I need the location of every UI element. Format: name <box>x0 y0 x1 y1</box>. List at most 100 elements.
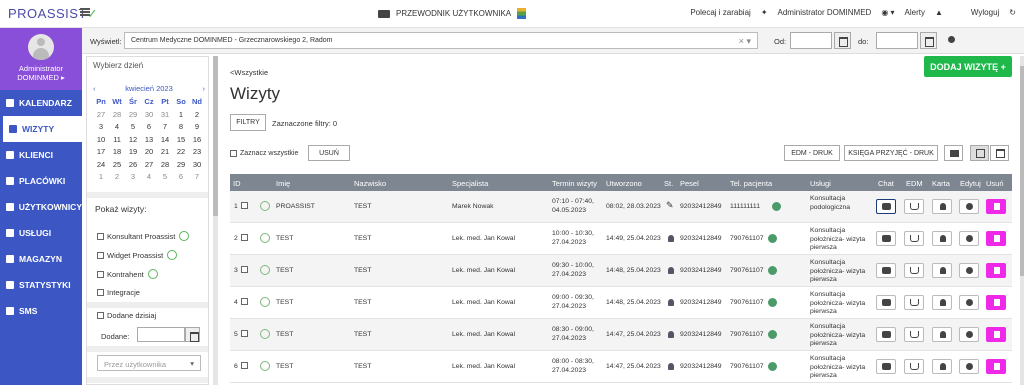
edm-button[interactable] <box>904 359 924 374</box>
recommend-link[interactable]: Polecaj i zarabiaj <box>690 8 750 17</box>
calendar-day[interactable]: 6 <box>173 172 189 181</box>
calendar-day[interactable]: 18 <box>109 147 125 156</box>
calendar-day[interactable]: 2 <box>109 172 125 181</box>
edit-button[interactable] <box>959 231 979 246</box>
delete-button[interactable] <box>986 263 1006 278</box>
column-header[interactable]: Specjalista <box>452 179 488 188</box>
delete-button[interactable] <box>986 199 1006 214</box>
calendar-day[interactable]: 17 <box>93 147 109 156</box>
calendar-day[interactable]: 11 <box>109 135 125 144</box>
chat-button[interactable] <box>876 327 896 342</box>
calendar-day[interactable]: 4 <box>109 122 125 131</box>
calendar-day[interactable]: 26 <box>125 160 141 169</box>
edit-button[interactable] <box>959 359 979 374</box>
from-calendar-icon[interactable] <box>834 32 851 49</box>
row-checkbox[interactable] <box>241 298 248 305</box>
card-button[interactable] <box>932 263 952 278</box>
to-calendar-icon[interactable] <box>920 32 937 49</box>
sidebar-item-usługi[interactable]: USŁUGI <box>0 220 82 246</box>
column-header[interactable]: Utworzono <box>606 179 642 188</box>
patient-phone[interactable]: 790761107 <box>730 363 764 372</box>
phone-icon[interactable] <box>768 330 777 339</box>
edit-button[interactable] <box>959 295 979 310</box>
option-widget[interactable]: Widget Proassist <box>97 250 178 260</box>
add-visit-button[interactable]: DODAJ WIZYTĘ + <box>924 56 1012 77</box>
patient-phone[interactable]: 790761107 <box>730 235 764 244</box>
calendar-day[interactable]: 13 <box>141 135 157 144</box>
clinic-select[interactable]: Centrum Medyczne DOMINMED - Grzecznarows… <box>124 32 758 49</box>
column-header[interactable]: Pesel <box>680 179 699 188</box>
row-checkbox[interactable] <box>241 266 248 273</box>
calendar-day[interactable]: 19 <box>125 147 141 156</box>
sidebar-item-klienci[interactable]: KLIENCI <box>0 142 82 168</box>
calendar-day[interactable]: 8 <box>173 122 189 131</box>
from-date-input[interactable] <box>790 32 832 49</box>
edm-button[interactable] <box>904 263 924 278</box>
delete-button[interactable] <box>986 295 1006 310</box>
calendar-day[interactable]: 5 <box>157 172 173 181</box>
logout-link[interactable]: Wyloguj <box>971 8 999 17</box>
calendar-day[interactable]: 15 <box>173 135 189 144</box>
calendar-day[interactable]: 6 <box>141 122 157 131</box>
sidebar-item-użytkownicy[interactable]: UŻYTKOWNICY <box>0 194 82 220</box>
calendar-day[interactable]: 16 <box>189 135 205 144</box>
chat-button[interactable] <box>876 295 896 310</box>
list-view-icon[interactable] <box>970 145 989 161</box>
edm-button[interactable] <box>904 295 924 310</box>
table-row[interactable]: 3 TEST TEST Lek. med. Jan Kowal 09:30 - 10:0… <box>230 255 1012 287</box>
column-header[interactable]: Usuń <box>986 179 1004 188</box>
option-integrations[interactable]: Integracje <box>97 288 140 297</box>
row-checkbox[interactable] <box>241 234 248 241</box>
calendar-day[interactable]: 22 <box>173 147 189 156</box>
sidebar-item-wizyty[interactable]: WIZYTY <box>0 116 82 142</box>
patient-phone[interactable]: 790761107 <box>730 267 764 276</box>
user-guide-link[interactable]: PRZEWODNIK UŻYTKOWNIKA <box>378 8 527 19</box>
table-row[interactable]: 4 TEST TEST Lek. med. Jan Kowal 09:00 - 09:3… <box>230 287 1012 319</box>
column-header[interactable]: ID <box>233 179 241 188</box>
chat-button[interactable] <box>876 263 896 278</box>
column-header[interactable]: Chat <box>878 179 894 188</box>
card-button[interactable] <box>932 359 952 374</box>
calendar-day[interactable]: 12 <box>125 135 141 144</box>
option-consultant[interactable]: Konsultant Proassist <box>97 231 190 241</box>
delete-button[interactable] <box>986 327 1006 342</box>
logout-icon[interactable]: ↻ <box>1009 8 1016 17</box>
table-row[interactable]: 2 TEST TEST Lek. med. Jan Kowal 10:00 - 10:3… <box>230 223 1012 255</box>
calendar-day[interactable]: 9 <box>189 122 205 131</box>
edm-print-button[interactable]: EDM - DRUK <box>784 145 840 161</box>
delete-button[interactable] <box>986 231 1006 246</box>
column-header[interactable]: Edytuj <box>960 179 981 188</box>
menu-toggle-icon[interactable] <box>80 8 90 16</box>
table-row[interactable]: 5 TEST TEST Lek. med. Jan Kowal 08:30 - 09:0… <box>230 319 1012 351</box>
phone-icon[interactable] <box>768 234 777 243</box>
edit-button[interactable] <box>959 199 979 214</box>
to-date-input[interactable] <box>876 32 918 49</box>
calendar-day[interactable]: 2 <box>189 110 205 119</box>
option-contractor[interactable]: Kontrahent <box>97 269 158 279</box>
phone-icon[interactable] <box>768 362 777 371</box>
book-print-button[interactable]: KSIĘGA PRZYJĘĆ - DRUK <box>844 145 938 161</box>
calendar-day[interactable]: 3 <box>125 172 141 181</box>
alerts-link[interactable]: Alerty <box>905 8 925 17</box>
option-added-today[interactable]: Dodane dzisiaj <box>97 311 156 320</box>
column-header[interactable]: Karta <box>932 179 950 188</box>
calendar-day[interactable]: 29 <box>173 160 189 169</box>
added-date-input[interactable] <box>137 327 185 342</box>
edit-button[interactable] <box>959 327 979 342</box>
column-header[interactable]: Termin wizyty <box>552 179 597 188</box>
calendar-day[interactable]: 21 <box>157 147 173 156</box>
calendar-day[interactable]: 20 <box>141 147 157 156</box>
print-icon[interactable] <box>944 145 963 161</box>
sidebar-item-placówki[interactable]: PLACÓWKI <box>0 168 82 194</box>
clinic-clear-icon[interactable]: × ▾ <box>739 36 751 47</box>
user-menu-dropdown-icon[interactable]: ◉ ▾ <box>881 8 894 17</box>
card-button[interactable] <box>932 199 952 214</box>
table-row[interactable]: 1 PROASSIST TEST Marek Nowak 07:10 - 07:40, … <box>230 191 1012 223</box>
calendar-day[interactable]: 23 <box>189 147 205 156</box>
profile-panel[interactable]: Administrator DOMINMED ▸ <box>0 28 82 90</box>
chat-button[interactable] <box>876 359 896 374</box>
calendar-day[interactable]: 28 <box>157 160 173 169</box>
card-button[interactable] <box>932 231 952 246</box>
edit-button[interactable] <box>959 263 979 278</box>
sidebar-item-magazyn[interactable]: MAGAZYN <box>0 246 82 272</box>
